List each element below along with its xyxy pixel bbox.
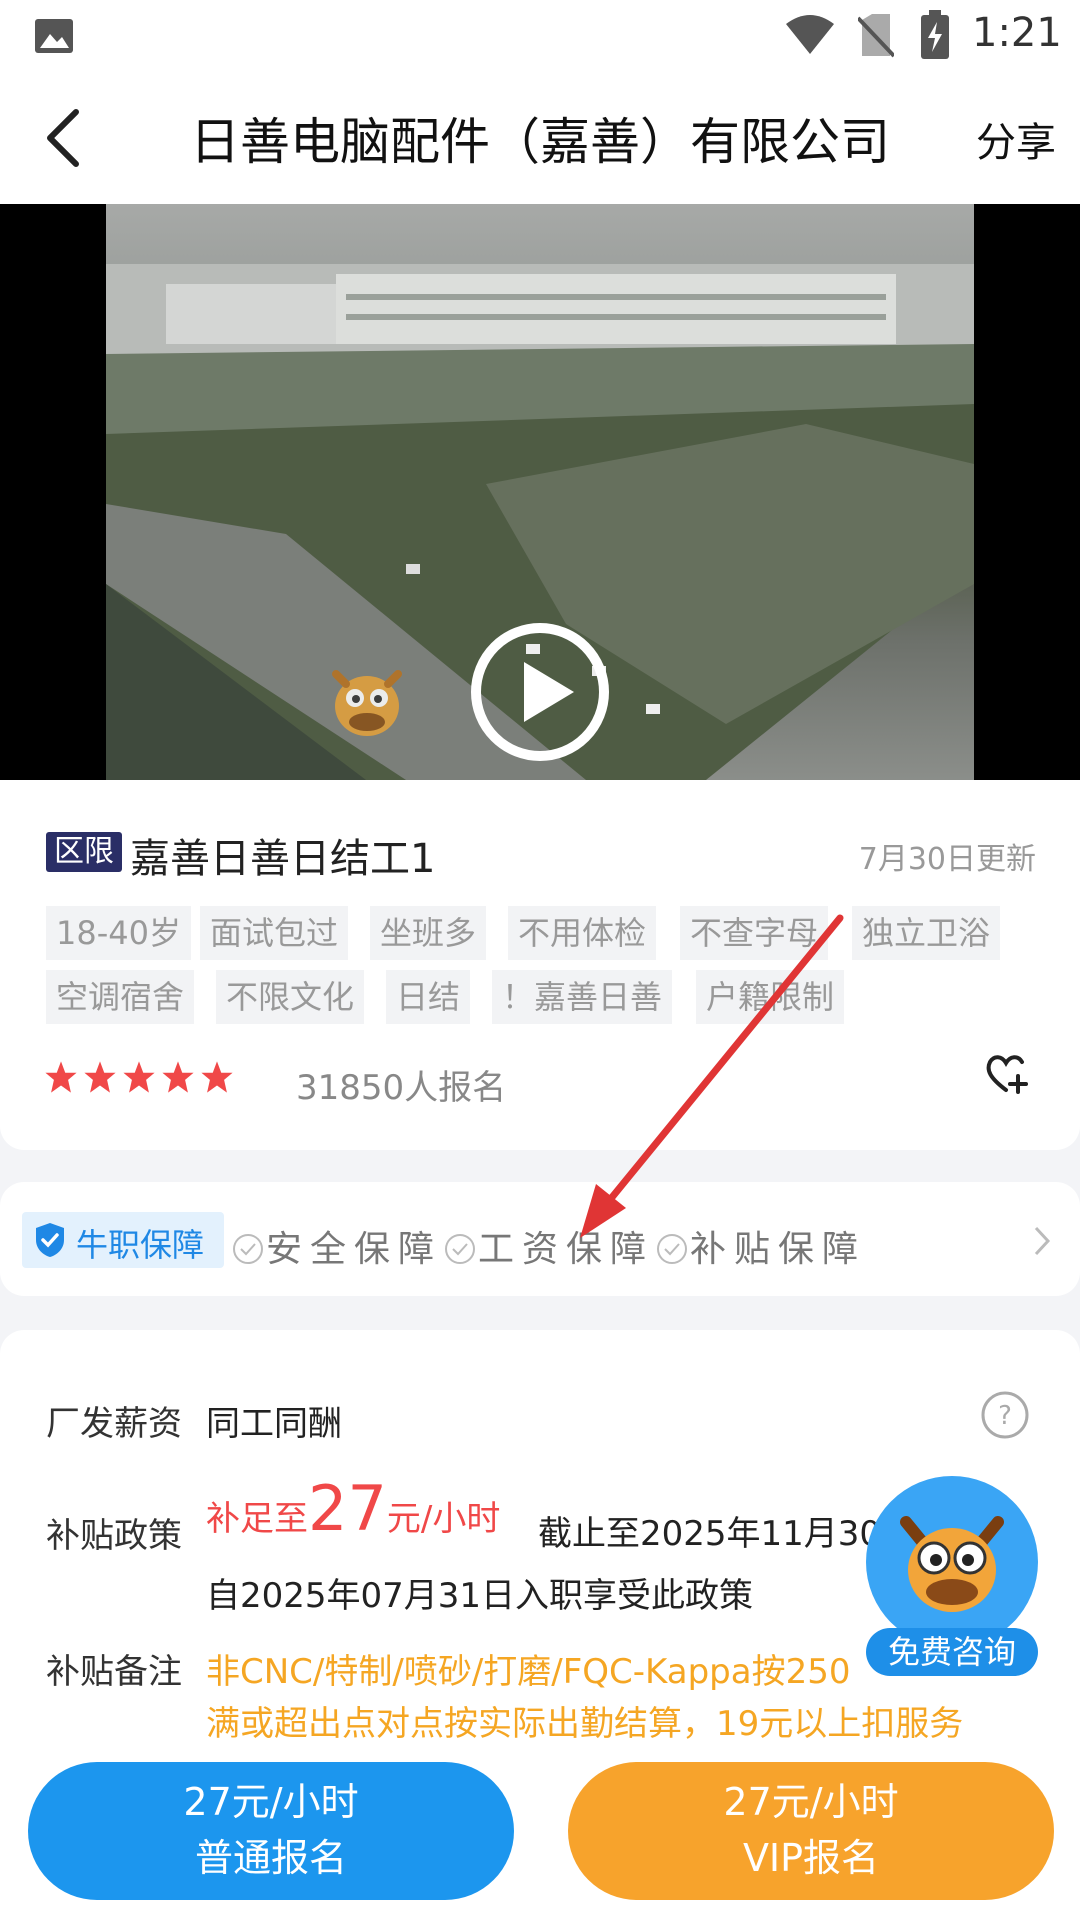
consult-label: 免费咨询 [866,1628,1038,1676]
video-player[interactable] [0,204,1080,780]
policy-deadline: 截止至2025年11月30 [538,1514,882,1554]
niuzhigong-logo-watermark [332,670,402,736]
free-consult-button[interactable]: 免费咨询 [866,1476,1038,1680]
battery-charging-icon [921,10,949,59]
shield-check-icon [36,1223,64,1257]
svg-text:?: ? [998,1401,1012,1431]
vip-signup-button[interactable]: 27元/小时 VIP报名 [568,1762,1054,1900]
status-time: 1:21 [972,10,1062,56]
chevron-right-icon [1034,1226,1051,1256]
star-icon [123,1061,155,1093]
policy-prefix: 补足至 [206,1499,308,1539]
vip-label: VIP报名 [742,1836,880,1880]
policy-start: 自2025年07月31日入职享受此政策 [206,1576,754,1616]
nav-bar: 日善电脑配件（嘉善）有限公司 分享 [0,72,1080,204]
share-button[interactable]: 分享 [976,110,1056,168]
job-title: 嘉善日善日结工1 [130,836,436,882]
guarantee-item-wage: 工资保障 [444,1220,654,1272]
job-tag: 不限文化 [216,970,365,1024]
note-line-1: 非CNC/特制/喷砂/打磨/FQC-Kappa按250 [206,1652,851,1692]
star-icon [201,1061,233,1093]
star-icon [45,1061,77,1093]
check-circle-icon [445,1234,475,1264]
policy-amount: 27 [308,1472,387,1545]
job-tag: 日结 [386,970,471,1024]
guarantee-item-subsidy: 补贴保障 [656,1220,866,1272]
signup-count: 31850人报名 [296,1068,507,1108]
mascot-icon [900,1516,1004,1612]
vip-rate: 27元/小时 [723,1780,899,1824]
job-tag: 不用体检 [508,906,657,960]
back-arrow-icon[interactable] [40,106,88,170]
play-icon[interactable] [470,622,610,762]
guarantee-badge: 牛职保障 [22,1212,224,1268]
job-tag: 户籍限制 [696,970,845,1024]
status-bar: 1:21 [0,0,1080,72]
no-sim-icon [858,14,894,58]
job-tag: 18-40岁 [46,906,191,960]
policy-label: 补贴政策 [46,1516,182,1556]
normal-label: 普通报名 [194,1836,347,1880]
help-question-icon[interactable]: ? [980,1390,1030,1440]
job-tag: 坐班多 [370,906,487,960]
check-circle-icon [657,1234,687,1264]
updated-date: 7月30日更新 [858,842,1036,877]
salary-label: 厂发薪资 [46,1404,182,1444]
rating-stars [44,1060,239,1104]
note-line-2: 满或超出点对点按实际出勤结算，19元以上扣服务 [206,1704,964,1744]
job-tag: 不查字母 [680,906,829,960]
favorite-heart-add-icon[interactable] [982,1050,1030,1098]
guarantee-item-label: 补贴保障 [690,1229,867,1270]
note-label: 补贴备注 [46,1652,182,1692]
job-tag: 独立卫浴 [852,906,1001,960]
guarantee-item-label: 工资保障 [478,1229,655,1270]
policy-unit: 元/小时 [386,1499,501,1539]
normal-signup-button[interactable]: 27元/小时 普通报名 [28,1762,514,1900]
wifi-icon [786,15,834,54]
region-badge: 区限 [46,832,122,872]
job-tag: 空调宿舍 [46,970,195,1024]
gallery-icon [35,19,73,53]
star-icon [84,1061,116,1093]
guarantee-item-safety: 安全保障 [232,1220,442,1272]
normal-rate: 27元/小时 [183,1780,359,1824]
check-circle-icon [233,1234,263,1264]
star-icon [162,1061,194,1093]
guarantee-item-label: 安全保障 [266,1229,443,1270]
guarantee-main-label: 牛职保障 [76,1226,205,1264]
job-tag: ！嘉善日善 [492,970,673,1024]
page-title: 日善电脑配件（嘉善）有限公司 [190,113,890,171]
job-tag: 面试包过 [200,906,349,960]
salary-value: 同工同酬 [206,1404,342,1444]
policy-value: 补足至27元/小时 [206,1472,500,1545]
